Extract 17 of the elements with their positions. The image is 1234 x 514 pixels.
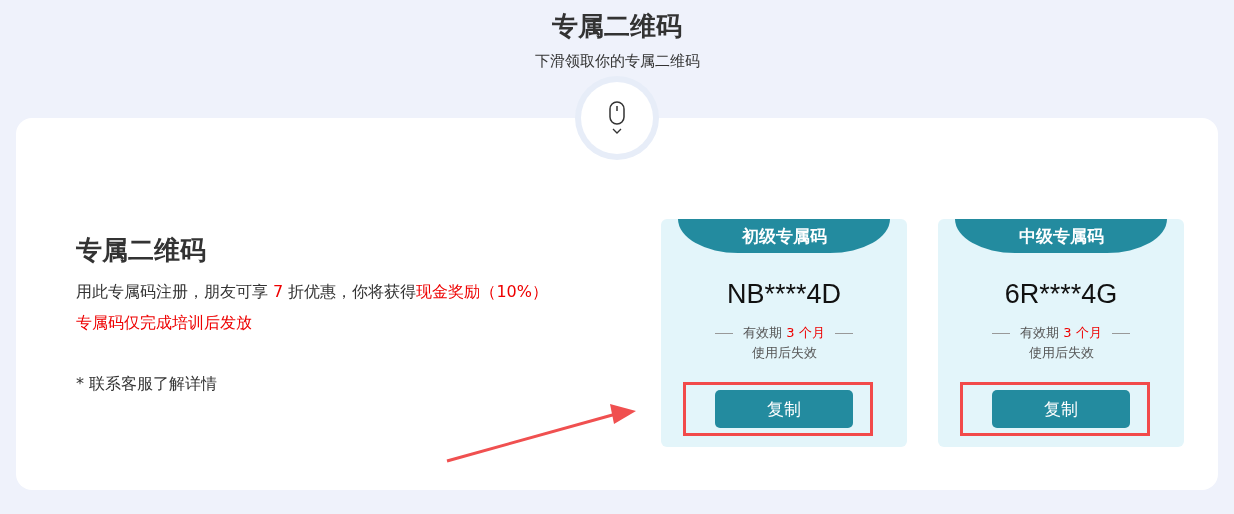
description-text: 用此专属码注册，朋友可享 7 折优惠，你将获得现金奖励（10%） [76, 282, 549, 303]
validity-text: 有效期 3 个月 [743, 324, 825, 342]
validity-note: 使用后失效 [751, 344, 817, 362]
page-subtitle: 下滑领取你的专属二维码 [534, 52, 700, 71]
section-title: 专属二维码 [76, 234, 207, 267]
referral-code: NB****4D [726, 279, 842, 310]
notice-text: 专属码仅完成培训后发放 [76, 313, 253, 334]
card-title: 中级专属码 [955, 219, 1167, 253]
footnote-text: * 联系客服了解详情 [76, 374, 219, 395]
mouse-scroll-icon [607, 101, 627, 135]
validity-text: 有效期 3 个月 [1020, 324, 1102, 342]
copy-button[interactable]: 复制 [715, 390, 853, 428]
page-title: 专属二维码 [552, 10, 682, 42]
validity-note: 使用后失效 [1028, 344, 1094, 362]
copy-button[interactable]: 复制 [992, 390, 1130, 428]
card-title: 初级专属码 [678, 219, 890, 253]
referral-code: 6R****4G [1004, 279, 1118, 310]
